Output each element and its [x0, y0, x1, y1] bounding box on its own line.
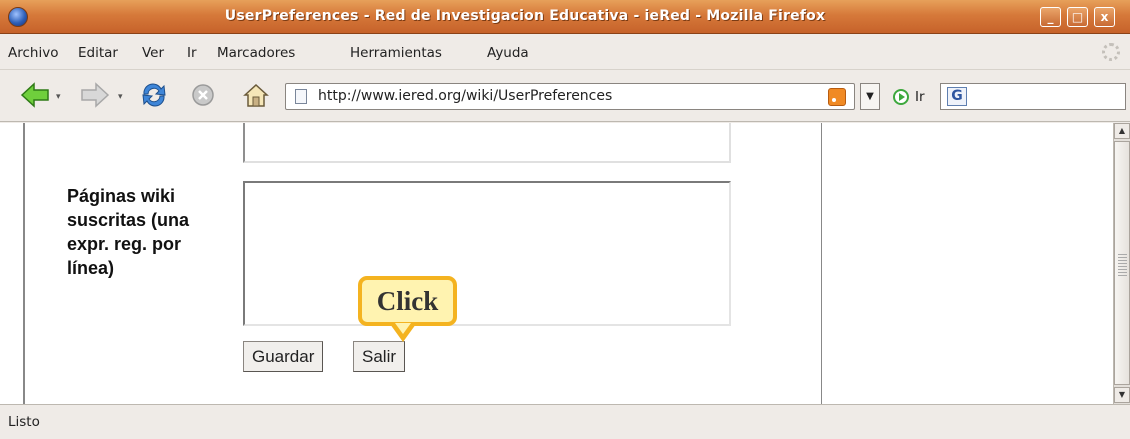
- back-button[interactable]: [20, 82, 50, 108]
- navigation-toolbar: ▾ ▾ http://www.iered.org/wiki/UserPrefer…: [0, 70, 1130, 122]
- home-button[interactable]: [242, 82, 270, 108]
- subscribed-pages-label: Páginas wiki suscritas (una expr. reg. p…: [67, 186, 190, 278]
- minimize-button[interactable]: _: [1040, 7, 1061, 27]
- google-search-engine-icon[interactable]: G: [947, 87, 967, 106]
- callout-pointer-fill: [395, 323, 411, 334]
- back-dropdown-icon[interactable]: ▾: [56, 92, 61, 102]
- menu-herramientas[interactable]: Herramientas: [350, 45, 442, 61]
- stop-button[interactable]: [190, 82, 216, 108]
- status-text: Listo: [8, 414, 40, 430]
- forward-arrow-icon: [81, 82, 110, 108]
- menu-marcadores[interactable]: Marcadores: [217, 45, 295, 61]
- menu-ayuda[interactable]: Ayuda: [487, 45, 529, 61]
- previous-textarea[interactable]: [243, 123, 731, 163]
- back-arrow-icon: [20, 82, 49, 108]
- scrollbar-thumb[interactable]: [1114, 141, 1130, 385]
- scroll-up-button[interactable]: ▲: [1114, 123, 1130, 139]
- throbber-icon: [1102, 43, 1120, 61]
- page-icon: [295, 89, 307, 104]
- go-button[interactable]: Ir: [915, 89, 925, 105]
- firefox-icon: [8, 7, 28, 27]
- save-button[interactable]: Guardar: [243, 341, 324, 372]
- window-title: UserPreferences - Red de Investigacion E…: [224, 8, 826, 24]
- page-border-left: [23, 123, 25, 404]
- maximize-button[interactable]: □: [1067, 7, 1088, 27]
- url-text[interactable]: http://www.iered.org/wiki/UserPreference…: [318, 88, 612, 104]
- scroll-down-button[interactable]: ▼: [1114, 387, 1130, 403]
- go-icon[interactable]: [893, 89, 909, 105]
- menu-bar: Archivo Editar Ver Ir Marcadores Herrami…: [0, 34, 1130, 70]
- menu-ver[interactable]: Ver: [142, 45, 164, 61]
- reload-icon: [142, 83, 166, 107]
- rss-feed-icon[interactable]: [828, 88, 846, 106]
- url-history-dropdown[interactable]: ▼: [860, 83, 880, 110]
- click-callout: Click: [358, 276, 457, 326]
- reload-button[interactable]: [140, 82, 168, 108]
- subscribed-pages-textarea[interactable]: [243, 181, 731, 326]
- exit-button[interactable]: Salir: [353, 341, 406, 372]
- menu-editar[interactable]: Editar: [78, 45, 118, 61]
- scrollbar-grip-icon: [1118, 254, 1127, 276]
- close-button[interactable]: x: [1094, 7, 1115, 27]
- home-icon: [243, 83, 269, 107]
- url-bar[interactable]: http://www.iered.org/wiki/UserPreference…: [285, 83, 855, 110]
- forward-button[interactable]: [80, 82, 110, 108]
- page-content: Páginas wiki suscritas (una expr. reg. p…: [0, 123, 1113, 404]
- vertical-scrollbar[interactable]: ▲ ▼: [1113, 123, 1130, 404]
- status-bar: Listo: [0, 404, 1130, 439]
- stop-icon: [192, 84, 214, 106]
- page-border-right: [821, 123, 822, 404]
- search-bar[interactable]: G: [940, 83, 1126, 110]
- menu-ir[interactable]: Ir: [187, 45, 197, 61]
- title-bar: UserPreferences - Red de Investigacion E…: [0, 0, 1130, 34]
- menu-archivo[interactable]: Archivo: [8, 45, 58, 61]
- forward-dropdown-icon[interactable]: ▾: [118, 92, 123, 102]
